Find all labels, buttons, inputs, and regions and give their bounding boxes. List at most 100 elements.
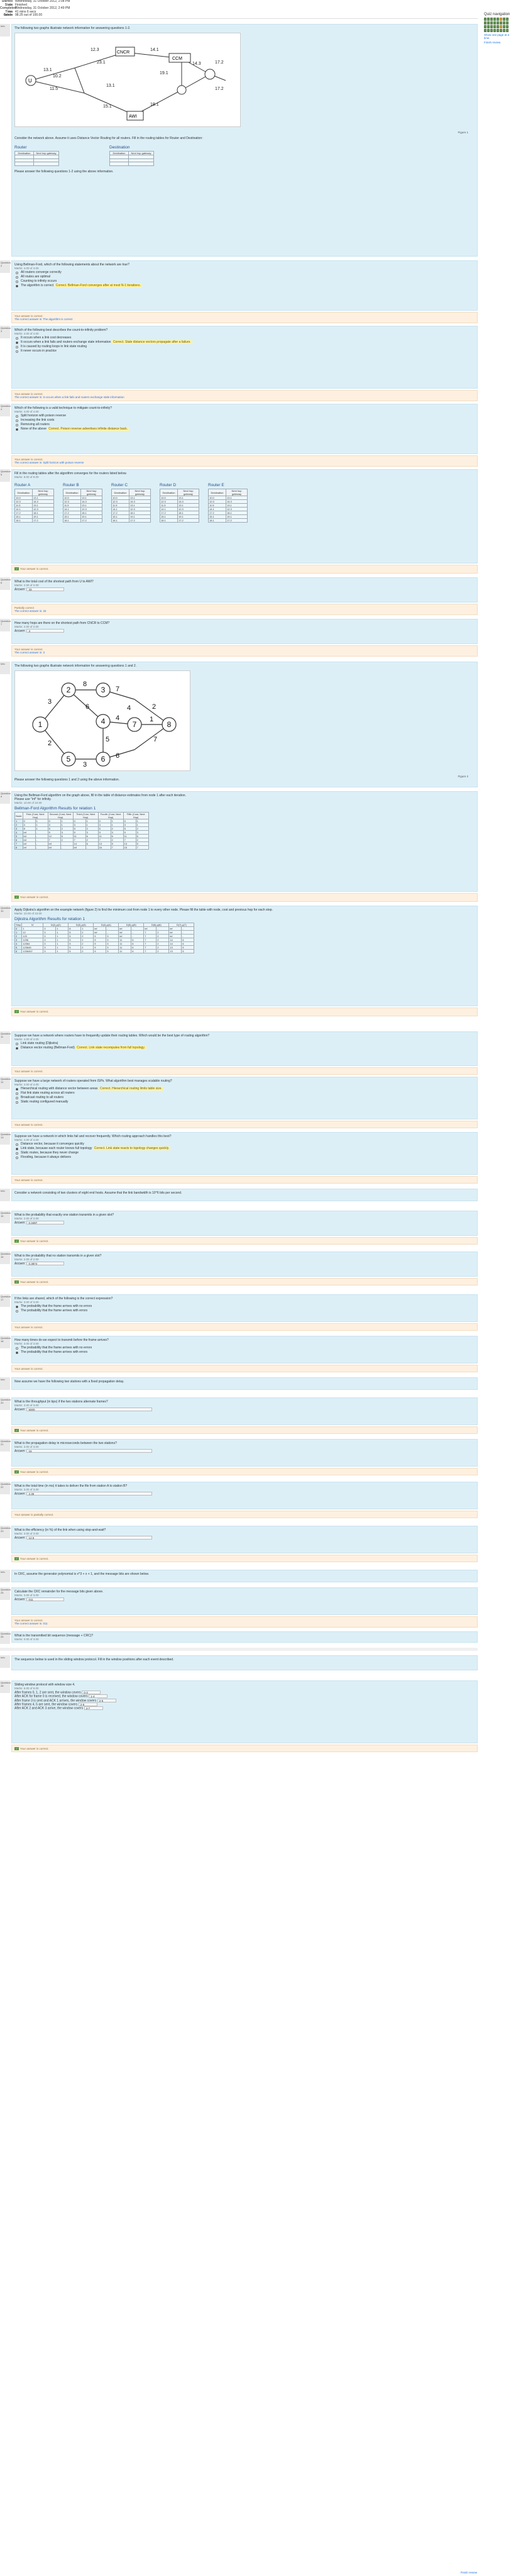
question-nav-button[interactable] <box>500 18 502 21</box>
answer-option[interactable]: Static routes, because they never change <box>14 1151 475 1155</box>
window-answer-input[interactable]: 2-5 <box>97 1698 116 1702</box>
radio-icon[interactable] <box>16 423 18 426</box>
question-nav-button[interactable] <box>503 18 505 21</box>
question-nav-button[interactable] <box>500 21 502 25</box>
answer-option-selected[interactable]: The probability that the frame arrives w… <box>14 1350 475 1355</box>
window-answer-input[interactable]: 2-5 <box>78 1702 97 1706</box>
table-cell[interactable]: 9 <box>93 949 107 953</box>
table-cell[interactable]: 7 <box>135 845 149 850</box>
answer-option[interactable]: Split horizon with poison reverse <box>14 414 475 418</box>
radio-icon[interactable] <box>16 428 18 431</box>
answer-option[interactable]: Flat link state routing across all route… <box>14 1091 475 1096</box>
answer-option[interactable]: Flooding, because it always delivers <box>14 1155 475 1160</box>
answer-option-selected[interactable]: The algorithm is correct Correct. Bellma… <box>14 284 475 288</box>
table-cell[interactable]: 7 <box>110 845 124 850</box>
answer-option[interactable]: Static routing configured manually <box>14 1100 475 1104</box>
radio-icon[interactable] <box>16 275 18 279</box>
radio-icon[interactable] <box>16 1152 18 1155</box>
question-nav-button[interactable] <box>500 29 502 32</box>
radio-icon[interactable] <box>16 419 18 422</box>
question-nav-button[interactable] <box>490 25 493 28</box>
answer-input[interactable]: 33 <box>26 587 65 591</box>
question-nav-button[interactable] <box>493 21 496 25</box>
table-cell[interactable]: 18.1 <box>63 518 81 523</box>
table-cell[interactable]: 2 <box>156 949 170 953</box>
question-nav-button[interactable] <box>497 29 499 32</box>
answer-option[interactable]: Link state routing (Dijkstra) <box>14 1041 475 1046</box>
radio-icon[interactable] <box>16 1351 18 1354</box>
radio-icon[interactable] <box>16 350 18 353</box>
table-cell[interactable]: 18.1 <box>208 518 226 523</box>
radio-icon[interactable] <box>16 271 18 274</box>
question-nav-button[interactable] <box>487 29 490 32</box>
table-cell[interactable]: 3 <box>43 949 57 953</box>
table-cell[interactable]: 17.2 <box>80 518 102 523</box>
table-cell[interactable]: - <box>35 845 48 850</box>
window-answer-input[interactable]: 1-4 <box>89 1694 108 1699</box>
answer-input[interactable]: 3 <box>26 629 65 633</box>
answer-option-selected[interactable]: None of the above Correct. Poison revers… <box>14 427 475 431</box>
finish-review-link[interactable]: Finish review <box>484 41 511 44</box>
answer-option[interactable]: It occurs when a link cost decreases <box>14 336 475 340</box>
question-nav-button[interactable] <box>503 25 505 28</box>
table-cell[interactable]: 1236457 <box>21 949 44 953</box>
table-cell[interactable]: 17.2 <box>32 518 54 523</box>
question-nav-button[interactable] <box>484 18 486 21</box>
question-nav-button[interactable] <box>497 18 499 21</box>
answer-input[interactable]: 0.3487 <box>26 1221 65 1224</box>
radio-icon[interactable] <box>16 1042 18 1045</box>
radio-icon[interactable] <box>16 1305 18 1308</box>
table-cell[interactable]: 3 <box>106 949 119 953</box>
question-nav-button[interactable] <box>484 25 486 28</box>
table-cell[interactable]: 11 <box>118 949 132 953</box>
answer-option[interactable]: It is caused by routing loops in link st… <box>14 345 475 349</box>
table-cell[interactable]: 18.1 <box>111 518 129 523</box>
radio-icon[interactable] <box>16 1346 18 1350</box>
question-nav-button[interactable] <box>490 21 493 25</box>
table-cell[interactable]: 5 <box>68 949 82 953</box>
question-nav-button[interactable] <box>484 21 486 25</box>
answer-input[interactable]: 5000 <box>26 1407 153 1411</box>
table-cell[interactable]: 7 <box>143 949 157 953</box>
answer-option[interactable]: The probability that the frame arrives w… <box>14 1309 475 1313</box>
window-answer-input[interactable]: 4-7 <box>84 1706 103 1711</box>
radio-icon[interactable] <box>16 280 18 283</box>
table-cell[interactable]: 16 <box>97 845 111 850</box>
question-nav-button[interactable] <box>484 29 486 32</box>
table-cell[interactable] <box>128 162 154 166</box>
question-nav-button[interactable] <box>487 21 490 25</box>
question-nav-button[interactable] <box>503 21 505 25</box>
radio-icon[interactable] <box>16 345 18 348</box>
question-nav-button[interactable] <box>493 18 496 21</box>
table-cell[interactable]: 18.1 <box>14 518 33 523</box>
window-answer-input[interactable]: 0-3 <box>82 1690 101 1694</box>
answer-option[interactable]: Distance vector, because it converges qu… <box>14 1142 475 1146</box>
radio-icon[interactable] <box>16 1143 18 1146</box>
table-cell[interactable]: 5 <box>181 949 195 953</box>
question-nav-button[interactable] <box>506 25 508 28</box>
question-nav-button[interactable] <box>506 21 508 25</box>
radio-icon[interactable] <box>16 284 18 287</box>
radio-icon[interactable] <box>16 1156 18 1159</box>
question-nav-button[interactable] <box>487 25 490 28</box>
radio-icon[interactable] <box>16 1087 18 1091</box>
question-nav-button[interactable] <box>506 18 508 21</box>
table-cell[interactable]: 17.2 <box>177 518 199 523</box>
radio-icon[interactable] <box>16 1092 18 1095</box>
answer-input[interactable]: 16 <box>26 1449 153 1453</box>
table-cell[interactable]: 2 <box>80 949 94 953</box>
radio-icon[interactable] <box>16 1096 18 1099</box>
answer-option[interactable]: It never occurs in practice <box>14 349 475 353</box>
question-nav-button[interactable] <box>487 18 490 21</box>
answer-option-selected[interactable]: Hierarchical routing with distance vecto… <box>14 1087 475 1091</box>
answer-option[interactable]: Broadcast routing to all routers <box>14 1096 475 1100</box>
table-cell[interactable]: inf <box>72 845 86 850</box>
radio-icon[interactable] <box>16 1046 18 1050</box>
answer-option[interactable]: All routers converge correctly <box>14 270 475 275</box>
table-cell[interactable]: 15 <box>123 845 136 850</box>
question-nav-button[interactable] <box>490 18 493 21</box>
table-cell[interactable]: 6 <box>131 949 145 953</box>
table-cell[interactable]: - <box>60 845 74 850</box>
answer-option-selected[interactable]: Distance vector routing (Bellman-Ford) C… <box>14 1046 475 1050</box>
answer-option-selected[interactable]: It occurs when a link fails and routers … <box>14 340 475 345</box>
